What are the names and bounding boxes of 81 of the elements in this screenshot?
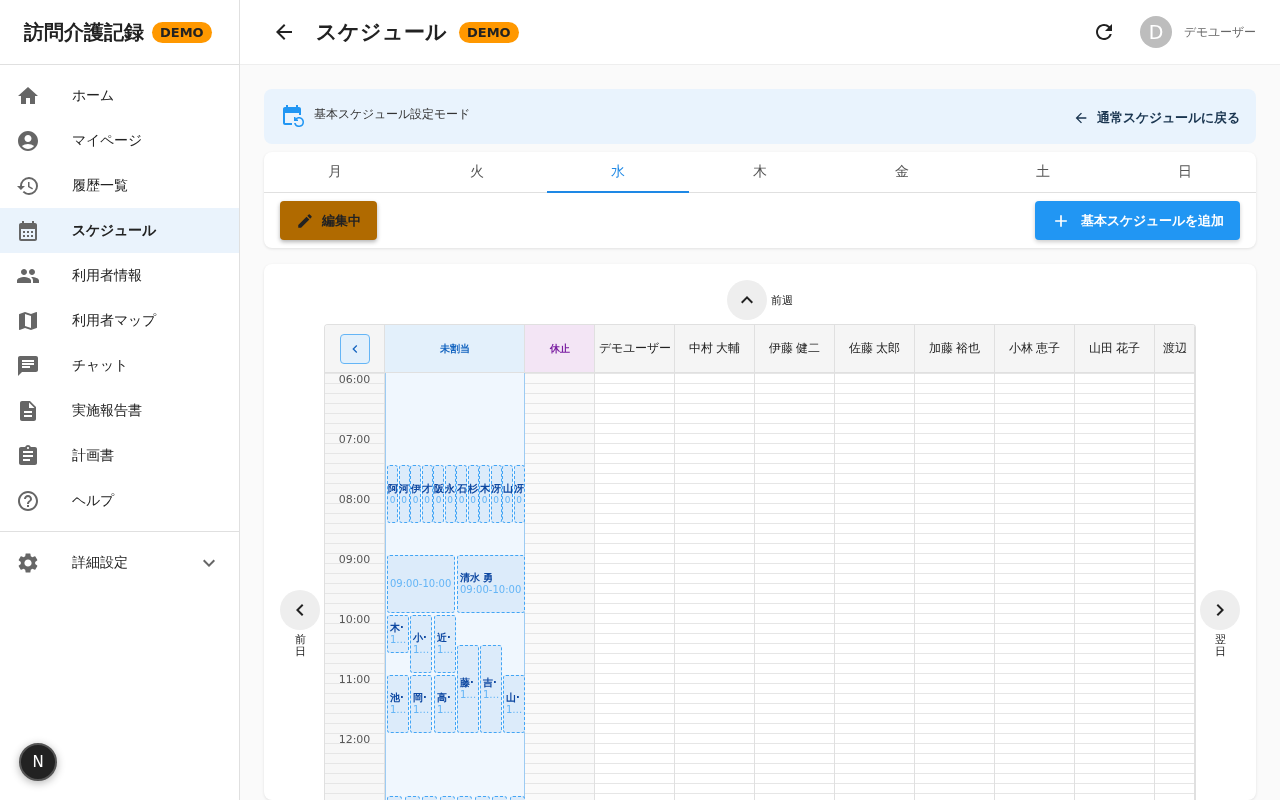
demo-badge: DEMO bbox=[152, 21, 212, 43]
nav-item[interactable]: 利用者マップ bbox=[0, 298, 239, 343]
schedule-event[interactable]: 岡· 1… bbox=[410, 675, 432, 733]
nav-item[interactable]: 実施報告書 bbox=[0, 388, 239, 433]
column-header: 加藤 裕也 bbox=[915, 325, 995, 372]
column-header: 佐藤 太郎 bbox=[835, 325, 915, 372]
schedule-event[interactable]: 山 0 bbox=[502, 465, 513, 523]
prev-day-button[interactable] bbox=[280, 590, 320, 630]
hour-label: 12:00 bbox=[337, 733, 372, 748]
page-title: スケジュール bbox=[316, 19, 447, 46]
nav-item[interactable]: 計画書 bbox=[0, 433, 239, 478]
schedule-event[interactable]: 山· 1… bbox=[503, 675, 525, 733]
hour-label: 10:00 bbox=[337, 613, 372, 628]
next-day-button[interactable] bbox=[1200, 590, 1240, 630]
help-icon bbox=[16, 488, 40, 513]
day-tab[interactable]: 水 bbox=[547, 152, 690, 193]
column-header: デモユーザー bbox=[595, 325, 675, 372]
column-header: 中村 大輔 bbox=[675, 325, 755, 372]
prev-day-label: 前日 bbox=[294, 634, 306, 659]
calendar-icon bbox=[16, 218, 40, 243]
schedule-event[interactable]: 小· 1… bbox=[410, 615, 432, 673]
hour-label: 11:00 bbox=[337, 673, 372, 688]
nav-item[interactable]: 利用者情報 bbox=[0, 253, 239, 298]
avatar-button[interactable]: N bbox=[19, 743, 57, 781]
settings-icon bbox=[16, 551, 40, 575]
nav-item[interactable]: ホーム bbox=[0, 73, 239, 118]
mode-title: 基本スケジュール設定モード bbox=[314, 106, 470, 123]
nav-item[interactable]: スケジュール bbox=[0, 208, 239, 253]
pencil-icon bbox=[296, 211, 314, 230]
clipboard-icon bbox=[16, 443, 40, 468]
day-tab[interactable]: 月 bbox=[264, 152, 406, 193]
chat-icon bbox=[16, 353, 40, 378]
schedule-event[interactable]: 才 0 bbox=[421, 465, 433, 523]
prev-week-button[interactable] bbox=[727, 280, 767, 320]
schedule-event[interactable]: 杉 0 bbox=[467, 465, 479, 523]
column-header: 渡辺 bbox=[1155, 325, 1195, 372]
prev-week-label: 前週 bbox=[771, 292, 793, 308]
settings-item[interactable]: 詳細設定 bbox=[0, 532, 239, 594]
next-day-label: 翌日 bbox=[1214, 634, 1226, 659]
schedule-event[interactable]: 石 0 bbox=[456, 465, 467, 523]
nav-item[interactable]: ヘルプ bbox=[0, 478, 239, 523]
hour-label: 09:00 bbox=[337, 553, 372, 568]
schedule-event[interactable]: 永 0 bbox=[444, 465, 456, 523]
schedule-event[interactable]: 阿 0 bbox=[387, 465, 398, 523]
hour-label: 08:00 bbox=[337, 493, 372, 508]
day-tab[interactable]: 金 bbox=[830, 152, 973, 193]
schedule-event[interactable]: 伊 0 bbox=[410, 465, 421, 523]
schedule-event[interactable]: 阪 0 bbox=[433, 465, 444, 523]
calendar-repeat-icon bbox=[280, 103, 304, 127]
day-tab[interactable]: 木 bbox=[689, 152, 831, 193]
schedule-event[interactable]: 池· 1… bbox=[387, 675, 409, 733]
schedule-event[interactable]: 河 0 bbox=[398, 465, 410, 523]
hour-label: 06:00 bbox=[337, 373, 372, 388]
demo-badge: DEMO bbox=[459, 21, 519, 43]
day-tab[interactable]: 日 bbox=[1114, 152, 1257, 193]
schedule-event[interactable]: 藤· 1… bbox=[457, 645, 479, 733]
schedule-event[interactable]: 冴 0 bbox=[490, 465, 502, 523]
day-tab[interactable]: 土 bbox=[972, 152, 1115, 193]
schedule-event[interactable]: 冴 0 bbox=[513, 465, 525, 523]
day-tab[interactable]: 火 bbox=[405, 152, 548, 193]
schedule-event[interactable]: 木· 1… bbox=[387, 615, 409, 653]
back-link[interactable]: 通常スケジュールに戻る bbox=[1073, 109, 1240, 127]
column-header: 伊藤 健二 bbox=[755, 325, 835, 372]
column-header: 未割当 bbox=[385, 325, 525, 372]
schedule-event[interactable]: 木 0 bbox=[479, 465, 490, 523]
column-header: 休止 bbox=[525, 325, 595, 372]
back-arrow-icon bbox=[1073, 110, 1089, 126]
schedule-event[interactable]: 近· 1… bbox=[434, 615, 456, 673]
edit-button[interactable]: 編集中 bbox=[280, 201, 377, 240]
user-name: デモユーザー bbox=[1184, 23, 1256, 41]
schedule-event[interactable]: 吉· 1… bbox=[480, 645, 502, 733]
schedule-event[interactable]: 清水 勇 09:00-10:00 bbox=[457, 555, 525, 613]
nav-item[interactable]: 履歴一覧 bbox=[0, 163, 239, 208]
hour-label: 07:00 bbox=[337, 433, 372, 448]
column-header: 小林 恵子 bbox=[995, 325, 1075, 372]
schedule-event[interactable]: 高· 1… bbox=[434, 675, 456, 733]
app-title: 訪問介護記録 bbox=[24, 18, 144, 46]
collapse-button[interactable] bbox=[339, 333, 370, 364]
nav-item[interactable]: チャット bbox=[0, 343, 239, 388]
column-header: 山田 花子 bbox=[1075, 325, 1155, 372]
nav-item[interactable]: マイページ bbox=[0, 118, 239, 163]
